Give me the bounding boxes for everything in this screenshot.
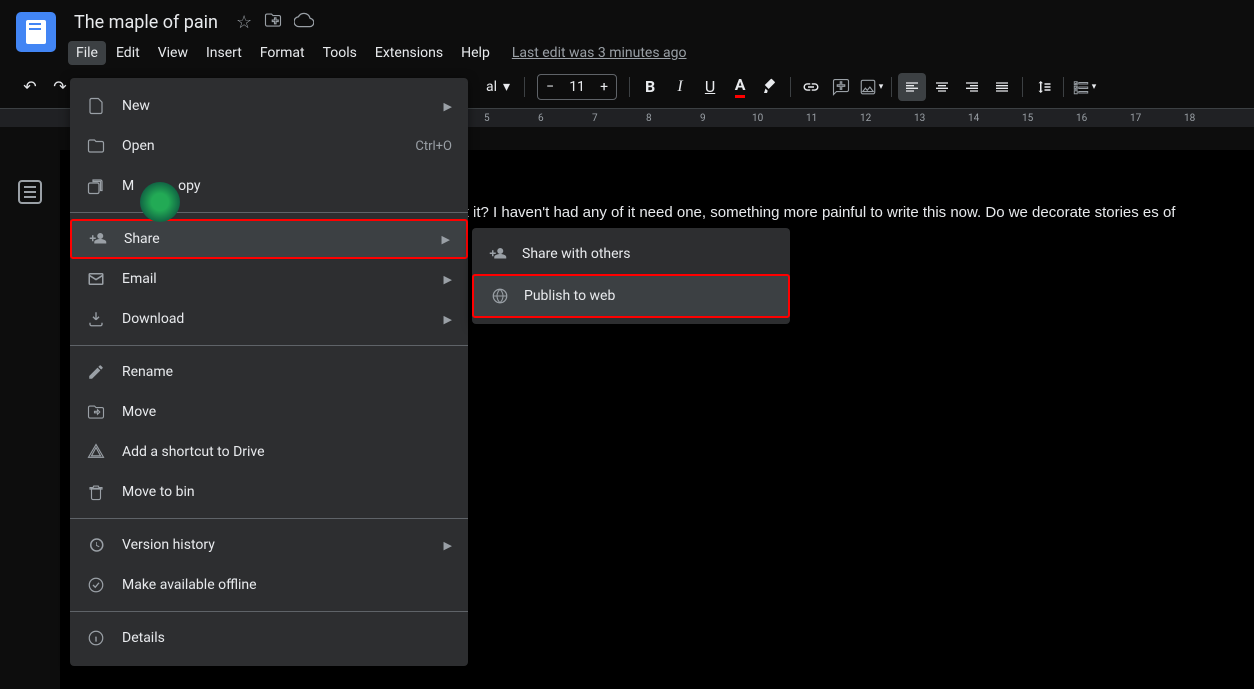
menu-view[interactable]: View bbox=[150, 41, 196, 65]
line-spacing-button[interactable] bbox=[1029, 73, 1057, 101]
menu-help[interactable]: Help bbox=[453, 41, 498, 65]
last-edit-link[interactable]: Last edit was 3 minutes ago bbox=[512, 45, 687, 61]
pencil-icon bbox=[86, 362, 106, 382]
align-right-button[interactable] bbox=[958, 73, 986, 101]
menu-available-offline[interactable]: Make available offline bbox=[70, 565, 468, 605]
offline-icon bbox=[86, 575, 106, 595]
email-icon bbox=[86, 269, 106, 289]
folder-move-icon bbox=[86, 402, 106, 422]
menu-move[interactable]: Move bbox=[70, 392, 468, 432]
menu-version-history[interactable]: Version history ▶ bbox=[70, 525, 468, 565]
menu-make-copy[interactable]: Make a copy bbox=[70, 166, 468, 206]
outline-icon[interactable] bbox=[18, 180, 42, 204]
add-comment-button[interactable] bbox=[827, 73, 855, 101]
menu-move-to-bin[interactable]: Move to bin bbox=[70, 472, 468, 512]
insert-image-button[interactable]: ▾ bbox=[857, 73, 885, 101]
chevron-right-icon: ▶ bbox=[444, 313, 452, 326]
menu-file[interactable]: File bbox=[68, 41, 106, 65]
chevron-down-icon: ▾ bbox=[503, 79, 510, 95]
history-icon bbox=[86, 535, 106, 555]
globe-icon bbox=[490, 286, 510, 306]
menu-open[interactable]: Open Ctrl+O bbox=[70, 126, 468, 166]
align-center-button[interactable] bbox=[928, 73, 956, 101]
menu-email[interactable]: Email ▶ bbox=[70, 259, 468, 299]
menu-new[interactable]: New ▶ bbox=[70, 86, 468, 126]
person-add-icon bbox=[88, 229, 108, 249]
menu-insert[interactable]: Insert bbox=[198, 41, 250, 65]
bold-button[interactable]: B bbox=[636, 73, 664, 101]
highlight-button[interactable] bbox=[756, 73, 784, 101]
align-justify-button[interactable] bbox=[988, 73, 1016, 101]
menu-add-shortcut[interactable]: Add a shortcut to Drive bbox=[70, 432, 468, 472]
move-folder-icon[interactable] bbox=[264, 11, 282, 34]
checklist-button[interactable]: ▾ bbox=[1070, 73, 1098, 101]
document-icon bbox=[86, 96, 106, 116]
share-submenu: Share with others Publish to web bbox=[472, 228, 790, 324]
style-select[interactable]: al ▾ bbox=[478, 79, 518, 95]
insert-link-button[interactable] bbox=[797, 73, 825, 101]
star-icon[interactable]: ☆ bbox=[236, 12, 252, 33]
menu-tools[interactable]: Tools bbox=[315, 41, 365, 65]
menu-details[interactable]: Details bbox=[70, 618, 468, 658]
style-label: al bbox=[486, 79, 497, 95]
menu-download[interactable]: Download ▶ bbox=[70, 299, 468, 339]
chevron-right-icon: ▶ bbox=[444, 539, 452, 552]
text-color-button[interactable]: A bbox=[726, 73, 754, 101]
font-size-increase[interactable]: + bbox=[592, 75, 616, 99]
copy-icon bbox=[86, 176, 106, 196]
chevron-right-icon: ▶ bbox=[444, 100, 452, 113]
avatar bbox=[140, 182, 180, 222]
trash-icon bbox=[86, 482, 106, 502]
chevron-right-icon: ▶ bbox=[442, 233, 450, 246]
download-icon bbox=[86, 309, 106, 329]
folder-icon bbox=[86, 136, 106, 156]
submenu-publish-web[interactable]: Publish to web bbox=[472, 274, 790, 318]
font-size-decrease[interactable]: − bbox=[538, 75, 562, 99]
chevron-down-icon: ▾ bbox=[1092, 82, 1097, 92]
underline-button[interactable]: U bbox=[696, 73, 724, 101]
chevron-right-icon: ▶ bbox=[444, 273, 452, 286]
docs-logo[interactable] bbox=[16, 12, 56, 52]
doc-title[interactable]: The maple of pain bbox=[68, 8, 224, 37]
menu-rename[interactable]: Rename bbox=[70, 352, 468, 392]
chevron-down-icon: ▾ bbox=[879, 82, 884, 92]
info-icon bbox=[86, 628, 106, 648]
undo-button[interactable]: ↶ bbox=[16, 73, 44, 101]
menu-extensions[interactable]: Extensions bbox=[367, 41, 451, 65]
submenu-share-others[interactable]: Share with others bbox=[472, 234, 790, 274]
drive-shortcut-icon bbox=[86, 442, 106, 462]
font-size-value[interactable]: 11 bbox=[562, 79, 592, 95]
cloud-status-icon[interactable] bbox=[294, 10, 314, 35]
align-left-button[interactable] bbox=[898, 73, 926, 101]
person-add-icon bbox=[488, 244, 508, 264]
menu-format[interactable]: Format bbox=[252, 41, 313, 65]
italic-button[interactable]: I bbox=[666, 73, 694, 101]
menu-share[interactable]: Share ▶ bbox=[70, 219, 468, 259]
menu-edit[interactable]: Edit bbox=[108, 41, 148, 65]
file-menu: New ▶ Open Ctrl+O Make a copy Share ▶ Em… bbox=[70, 78, 468, 666]
